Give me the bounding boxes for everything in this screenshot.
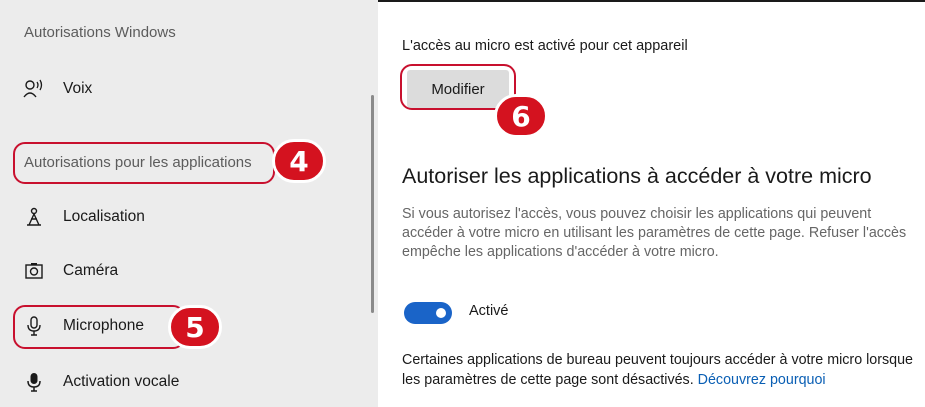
sidebar-item-voice[interactable]: Voix bbox=[22, 74, 92, 104]
note-text: Certaines applications de bureau peuvent… bbox=[402, 352, 914, 388]
toggle-state-label: Activé bbox=[469, 303, 509, 319]
microphone-status-text: L'accès au micro est activé pour cet app… bbox=[402, 38, 688, 54]
sidebar-item-label: Activation vocale bbox=[63, 373, 180, 390]
section-description: Si vous autorisez l'accès, vous pouvez c… bbox=[402, 206, 907, 260]
sidebar-item-location[interactable]: Localisation bbox=[22, 202, 145, 232]
annotation-badge-6: 6 bbox=[494, 94, 548, 138]
desktop-apps-note: Certaines applications de bureau peuvent… bbox=[402, 350, 922, 390]
camera-icon bbox=[22, 260, 46, 282]
sidebar-item-label: Localisation bbox=[63, 208, 145, 225]
annotation-badge-5: 5 bbox=[168, 305, 222, 349]
sidebar-item-camera[interactable]: Caméra bbox=[22, 256, 118, 286]
location-icon bbox=[22, 206, 46, 228]
sidebar-scrollbar[interactable] bbox=[371, 95, 374, 313]
microphone-access-toggle[interactable] bbox=[404, 302, 452, 324]
voice-activation-icon bbox=[22, 371, 46, 393]
speech-icon bbox=[22, 78, 46, 100]
annotation-highlight-app-permissions bbox=[13, 142, 275, 184]
sidebar-item-label: Caméra bbox=[63, 262, 119, 279]
sidebar-item-label: Voix bbox=[63, 80, 93, 97]
learn-why-link[interactable]: Découvrez pourquoi bbox=[698, 372, 826, 388]
main-panel: L'accès au micro est activé pour cet app… bbox=[378, 0, 925, 407]
toggle-knob bbox=[436, 308, 446, 318]
settings-window: Autorisations Windows Voix Autorisations… bbox=[0, 0, 925, 407]
annotation-badge-4: 4 bbox=[272, 139, 326, 183]
sidebar-item-voice-activation[interactable]: Activation vocale bbox=[22, 367, 179, 397]
section-title: Autoriser les applications à accéder à v… bbox=[402, 164, 872, 188]
sidebar-heading-windows-permissions: Autorisations Windows bbox=[24, 24, 176, 41]
annotation-highlight-microphone bbox=[13, 305, 185, 349]
